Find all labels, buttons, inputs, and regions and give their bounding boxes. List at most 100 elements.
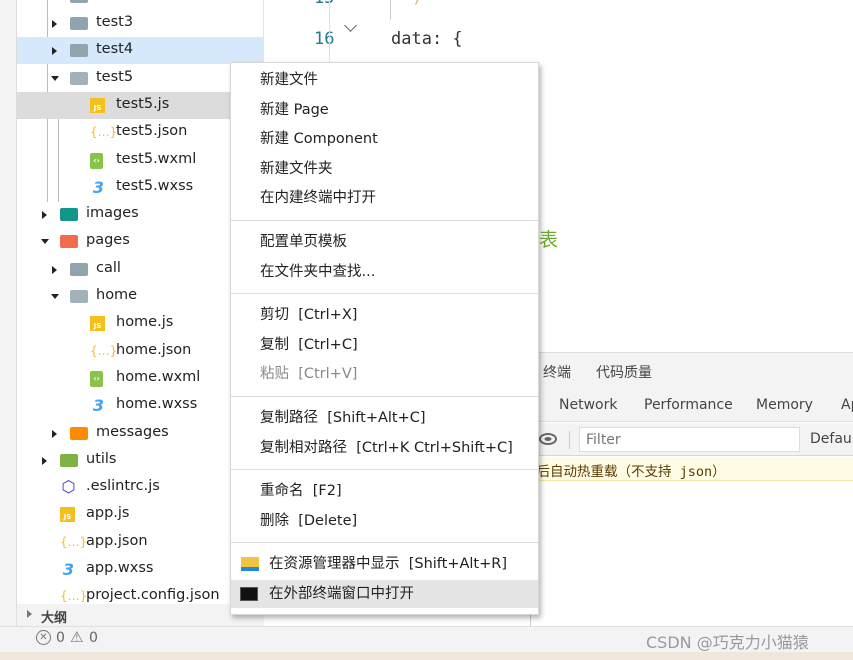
folder-pages-icon bbox=[60, 235, 78, 249]
folder-messages-icon bbox=[70, 426, 88, 440]
tree-item-label: call bbox=[96, 259, 121, 276]
json-file-icon: {…} bbox=[90, 343, 118, 358]
menu-item[interactable]: 剪切 [Ctrl+X] bbox=[231, 301, 538, 329]
tree-item[interactable]: 3 test5.wxss bbox=[17, 174, 263, 201]
tab-performance[interactable]: Performance bbox=[644, 397, 733, 413]
folder-open-icon bbox=[70, 71, 88, 85]
tree-item[interactable]: ‹› test5.wxml bbox=[17, 147, 263, 174]
tree-item[interactable]: ⬡ .eslintrc.js bbox=[17, 474, 263, 501]
tab-application[interactable]: Ap bbox=[841, 397, 853, 413]
menu-item: 粘贴 [Ctrl+V] bbox=[231, 360, 538, 388]
divider bbox=[569, 431, 570, 449]
menu-item-label: 配置单页模板 bbox=[260, 234, 347, 250]
tree-item[interactable]: JS home.js bbox=[17, 310, 263, 337]
tree-item[interactable]: 3 app.wxss bbox=[17, 556, 263, 583]
tree-item[interactable]: home bbox=[17, 283, 263, 310]
warning-icon[interactable]: ⚠ bbox=[70, 628, 83, 646]
tree-item-label: utils bbox=[86, 450, 117, 467]
tree-item[interactable]: JS test5.js bbox=[17, 91, 263, 119]
tree-item[interactable]: messages bbox=[17, 420, 263, 447]
menu-item[interactable]: 删除 [Delete] bbox=[231, 507, 538, 535]
menu-item[interactable]: 配置单页模板 bbox=[231, 228, 538, 256]
menu-item[interactable]: 复制相对路径 [Ctrl+K Ctrl+Shift+C] bbox=[231, 434, 538, 462]
tree-item[interactable]: {…} app.json bbox=[17, 529, 263, 556]
tree-item[interactable]: 3 home.wxss bbox=[17, 392, 263, 419]
log-level-select[interactable]: Default bbox=[810, 431, 853, 447]
tree-item-label: test5.js bbox=[116, 95, 170, 112]
json-file-icon: {…} bbox=[60, 534, 88, 549]
menu-item-label: 在外部终端窗口中打开 bbox=[269, 586, 414, 602]
tab-terminal[interactable]: 终端 bbox=[543, 362, 571, 382]
js-file-icon: JS bbox=[90, 97, 105, 113]
chevron-right-icon[interactable] bbox=[42, 456, 47, 465]
tree-item[interactable]: test2 bbox=[17, 0, 263, 10]
tree-item[interactable]: {…} test5.json bbox=[17, 119, 263, 146]
tree-item[interactable]: images bbox=[17, 201, 263, 228]
eye-icon[interactable] bbox=[539, 433, 557, 445]
menu-item-label: 粘贴 [Ctrl+V] bbox=[260, 366, 358, 383]
menu-item[interactable]: 重命名 [F2] bbox=[231, 477, 538, 505]
menu-item[interactable]: 新建文件夹 bbox=[231, 155, 538, 183]
menu-item-label: 在内建终端中打开 bbox=[260, 190, 376, 207]
css-file-icon: 3 bbox=[92, 396, 105, 416]
tree-item-label: test4 bbox=[96, 41, 134, 58]
menu-item[interactable]: 在内建终端中打开 bbox=[231, 184, 538, 212]
watermark: CSDN @巧克力小猫猿 bbox=[646, 633, 809, 652]
menu-item-label: 复制路径 [Shift+Alt+C] bbox=[260, 410, 426, 426]
menu-item[interactable]: 在资源管理器中显示 [Shift+Alt+R] bbox=[231, 550, 538, 578]
tab-memory[interactable]: Memory bbox=[756, 397, 813, 413]
folder-icon bbox=[70, 44, 88, 58]
error-icon[interactable]: ✕ bbox=[36, 630, 51, 645]
menu-separator bbox=[231, 469, 538, 471]
error-count[interactable]: 0 bbox=[56, 630, 65, 646]
tab-code-quality[interactable]: 代码质量 bbox=[596, 362, 652, 382]
tree-item[interactable]: pages bbox=[17, 228, 263, 255]
console-panel[interactable]: 终端 代码质量 Network Performance Memory Ap De… bbox=[523, 352, 853, 626]
chevron-right-icon[interactable] bbox=[52, 265, 57, 274]
tree-item[interactable]: ‹› home.wxml bbox=[17, 365, 263, 392]
divider bbox=[329, 0, 330, 62]
tree-item-label: home.js bbox=[116, 314, 174, 331]
chevron-right-icon[interactable] bbox=[52, 20, 57, 28]
menu-separator bbox=[231, 220, 538, 221]
tree-item-label: home.wxss bbox=[116, 396, 198, 413]
file-explorer-tree[interactable]: test2 test3 test4 test5 JS test5.js {…}test5.j… bbox=[17, 0, 264, 610]
tree-item[interactable]: call bbox=[17, 256, 263, 283]
tree-item[interactable]: utils bbox=[17, 447, 263, 474]
menu-item[interactable]: 新建 Component bbox=[231, 125, 538, 153]
tree-item[interactable]: test3 bbox=[17, 10, 263, 37]
chevron-down-icon[interactable] bbox=[51, 75, 59, 81]
warning-count[interactable]: 0 bbox=[89, 630, 98, 646]
chevron-down-icon[interactable] bbox=[51, 294, 59, 299]
tree-item[interactable]: test4 bbox=[17, 37, 263, 65]
chevron-right-icon[interactable] bbox=[52, 47, 57, 56]
menu-item[interactable]: 复制 [Ctrl+C] bbox=[231, 331, 538, 359]
tree-item[interactable]: {…} home.json bbox=[17, 338, 263, 365]
menu-item[interactable]: 在文件夹中查找... bbox=[231, 258, 538, 286]
filter-input[interactable] bbox=[579, 427, 800, 452]
menu-separator bbox=[231, 293, 538, 295]
menu-item[interactable]: 新建文件 bbox=[231, 66, 538, 94]
tree-item-label: app.js bbox=[86, 505, 130, 522]
css-file-icon: 3 bbox=[92, 177, 105, 197]
tree-item-label: test2 bbox=[96, 0, 133, 3]
chevron-right-icon[interactable] bbox=[42, 211, 47, 220]
menu-item[interactable]: 复制路径 [Shift+Alt+C] bbox=[231, 404, 538, 432]
tab-network[interactable]: Network bbox=[559, 397, 617, 413]
folder-open-icon bbox=[70, 290, 88, 303]
menu-item[interactable]: 新建 Page bbox=[231, 96, 538, 124]
fold-chevron-icon[interactable] bbox=[344, 19, 357, 32]
tree-item-label: project.config.json bbox=[86, 587, 220, 604]
outline-section[interactable]: 大纲 bbox=[17, 604, 264, 626]
tree-item[interactable]: test5 bbox=[17, 65, 263, 92]
json-file-icon: {…} bbox=[90, 125, 118, 140]
chevron-down-icon[interactable] bbox=[41, 239, 49, 245]
context-menu: 新建文件 新建 Page 新建 Component 新建文件夹在内建终端中打开 配置单页… bbox=[230, 62, 539, 615]
menu-item[interactable]: 在外部终端窗口中打开 bbox=[231, 580, 538, 608]
menu-item-label: 剪切 [Ctrl+X] bbox=[260, 307, 358, 324]
tree-item[interactable]: JS app.js bbox=[17, 501, 263, 528]
chevron-right-icon[interactable] bbox=[52, 429, 57, 438]
menu-item-label: 复制相对路径 [Ctrl+K Ctrl+Shift+C] bbox=[260, 439, 513, 456]
desktop-strip bbox=[0, 652, 853, 660]
menu-separator bbox=[231, 396, 538, 397]
